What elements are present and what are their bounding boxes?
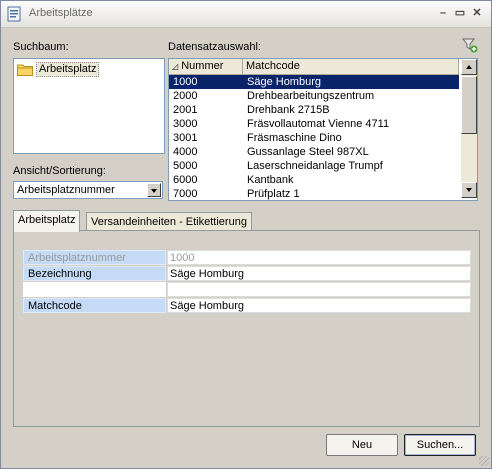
grid-header: ◿ Nummer Matchcode: [169, 59, 459, 75]
maximize-icon[interactable]: ▭: [454, 7, 466, 19]
cell-nummer: 3000: [173, 118, 198, 130]
property-label: Bezeichnung: [23, 266, 166, 281]
table-row[interactable]: 3000 Fräsvollautomat Vienne 4711: [169, 117, 459, 131]
sort-asc-icon: ◿: [172, 62, 179, 71]
table-row[interactable]: 2001 Drehbank 2715B: [169, 103, 459, 117]
tab-label: Arbeitsplatz: [18, 214, 76, 226]
cell-matchcode: Säge Homburg: [247, 76, 321, 88]
tab-label: Versandeinheiten - Etikettierung: [91, 216, 247, 228]
table-row[interactable]: 5000 Laserschneidanlage Trumpf: [169, 159, 459, 173]
property-row-empty: [23, 282, 471, 297]
table-row[interactable]: 6000 Kantbank: [169, 173, 459, 187]
tab-panel: Arbeitsplatznummer 1000 Bezeichnung Säge…: [13, 230, 480, 427]
app-icon: [7, 6, 21, 22]
tree-item-label: Arbeitsplatz: [36, 61, 100, 77]
tab-arbeitsplatz[interactable]: Arbeitsplatz: [13, 210, 81, 232]
bezeichnung-field[interactable]: Säge Homburg: [167, 266, 471, 281]
sort-label: Ansicht/Sortierung:: [13, 165, 106, 177]
empty-field[interactable]: [167, 282, 471, 297]
main-window: Arbeitsplätze – ▭ ✕ Suchbaum: Datensatza…: [0, 0, 492, 469]
tree-item-arbeitsplatz[interactable]: Arbeitsplatz: [17, 61, 100, 77]
sort-dropdown[interactable]: Arbeitsplatznummer: [13, 181, 163, 199]
tree-label: Suchbaum:: [13, 41, 69, 53]
property-row-nummer: Arbeitsplatznummer 1000: [23, 250, 471, 265]
title-bar[interactable]: Arbeitsplätze – ▭ ✕: [1, 1, 491, 28]
minimize-icon[interactable]: –: [437, 7, 449, 19]
column-header-nummer[interactable]: ◿ Nummer: [169, 59, 243, 74]
scroll-down-icon[interactable]: [461, 182, 477, 198]
table-row[interactable]: 7000 Prüfplatz 1: [169, 187, 459, 200]
matchcode-field[interactable]: Säge Homburg: [167, 298, 471, 313]
cell-nummer: 6000: [173, 174, 198, 186]
table-row[interactable]: 2000 Drehbearbeitungszentrum: [169, 89, 459, 103]
button-label: Neu: [351, 439, 373, 451]
search-button[interactable]: Suchen...: [404, 434, 476, 456]
cell-matchcode: Prüfplatz 1: [247, 188, 300, 200]
records-label: Datensatzauswahl:: [168, 41, 261, 53]
cell-nummer: 2000: [173, 90, 198, 102]
cell-matchcode: Drehbank 2715B: [247, 104, 330, 116]
column-header-matchcode[interactable]: Matchcode: [243, 59, 459, 74]
cell-nummer: 3001: [173, 132, 198, 144]
cell-matchcode: Gussanlage Steel 987XL: [247, 146, 369, 158]
cell-matchcode: Drehbearbeitungszentrum: [247, 90, 375, 102]
close-icon[interactable]: ✕: [471, 7, 483, 19]
cell-nummer: 4000: [173, 146, 198, 158]
scroll-thumb[interactable]: [461, 76, 477, 134]
column-header-label: Matchcode: [246, 60, 300, 72]
cell-nummer: 7000: [173, 188, 198, 200]
property-label: Arbeitsplatznummer: [23, 250, 166, 265]
cell-nummer: 1000: [173, 76, 198, 88]
chevron-down-icon[interactable]: [147, 183, 161, 197]
sort-value: Arbeitsplatznummer: [17, 184, 115, 196]
property-row-bezeichnung: Bezeichnung Säge Homburg: [23, 266, 471, 281]
table-row[interactable]: 4000 Gussanlage Steel 987XL: [169, 145, 459, 159]
search-tree[interactable]: Arbeitsplatz: [13, 58, 165, 154]
cell-nummer: 5000: [173, 160, 198, 172]
table-row[interactable]: 3001 Fräsmaschine Dino: [169, 131, 459, 145]
tab-versandeinheiten[interactable]: Versandeinheiten - Etikettierung: [86, 212, 252, 231]
table-row[interactable]: 1000 Säge Homburg: [169, 75, 459, 89]
records-grid[interactable]: ◿ Nummer Matchcode 1000 Säge Homburg 200…: [168, 58, 478, 201]
cell-matchcode: Fräsmaschine Dino: [247, 132, 342, 144]
button-label: Suchen...: [416, 439, 464, 451]
cell-matchcode: Laserschneidanlage Trumpf: [247, 160, 383, 172]
folder-icon: [17, 64, 33, 76]
filter-add-icon[interactable]: [462, 37, 478, 53]
window-title: Arbeitsplätze: [29, 7, 93, 19]
property-label: [23, 282, 166, 297]
column-header-label: Nummer: [181, 60, 224, 72]
cell-matchcode: Kantbank: [247, 174, 294, 186]
new-button[interactable]: Neu: [326, 434, 398, 456]
cell-matchcode: Fräsvollautomat Vienne 4711: [247, 118, 390, 130]
vertical-scrollbar[interactable]: [461, 59, 477, 198]
scroll-up-icon[interactable]: [461, 59, 477, 75]
resize-grip[interactable]: [479, 456, 489, 466]
cell-nummer: 2001: [173, 104, 198, 116]
property-label: Matchcode: [23, 298, 166, 313]
property-row-matchcode: Matchcode Säge Homburg: [23, 298, 471, 313]
nummer-field: 1000: [167, 250, 471, 265]
